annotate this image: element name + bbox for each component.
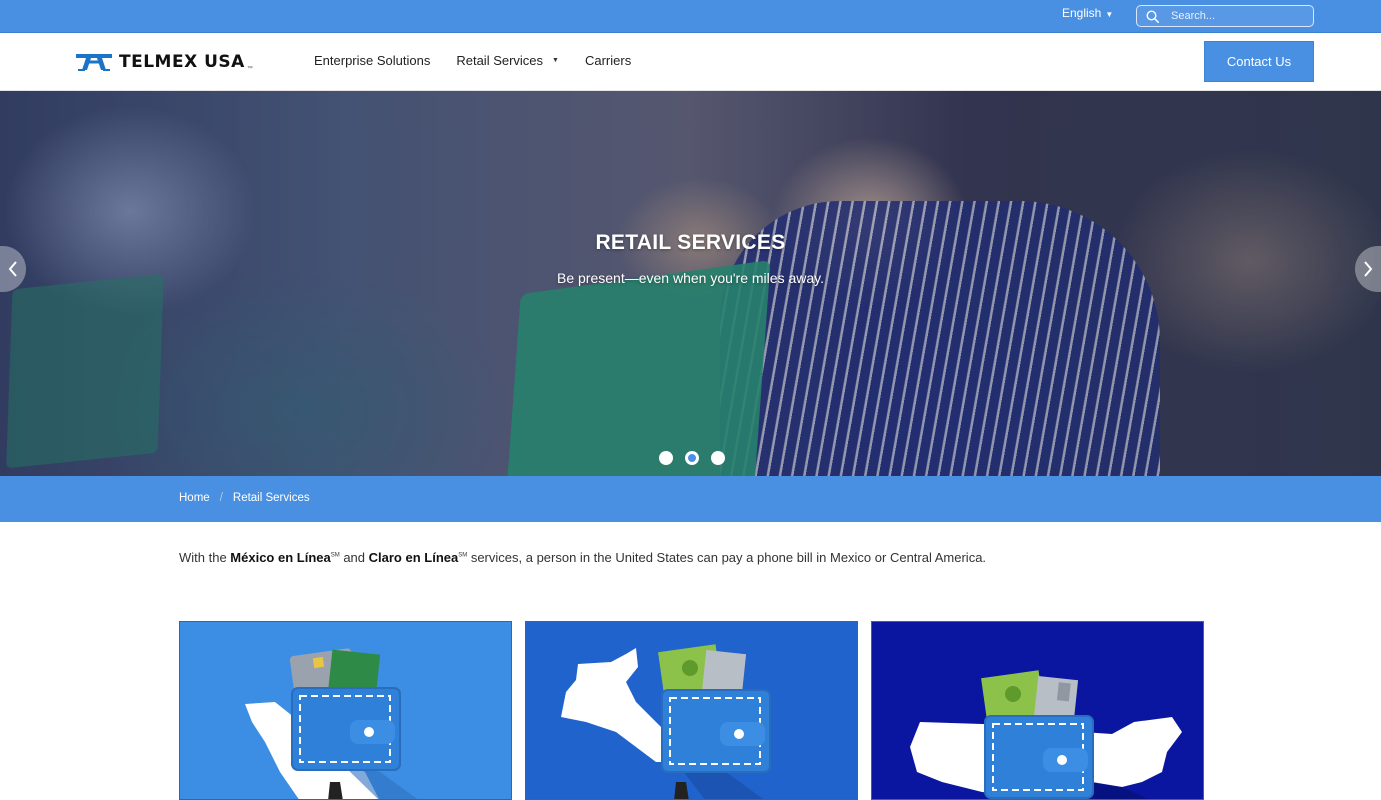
central-america-wallet-illustration — [561, 644, 771, 799]
search-input[interactable] — [1171, 10, 1301, 22]
nav-label: Carriers — [584, 53, 632, 68]
breadcrumb: Home / Retail Services — [179, 492, 310, 504]
card-united-states[interactable] — [871, 621, 1204, 800]
hero-subtitle: Be present—even when you're miles away. — [557, 270, 824, 286]
breadcrumb-bar: Home / Retail Services — [0, 476, 1381, 522]
breadcrumb-home-link[interactable]: Home — [179, 492, 210, 504]
chevron-right-icon — [1364, 261, 1373, 277]
search-icon — [1146, 9, 1159, 23]
nav-carriers[interactable]: Carriers — [585, 53, 631, 68]
intro-text-part: With the — [179, 550, 231, 565]
chevron-down-icon: ▼ — [552, 57, 559, 64]
nav-label: Enterprise Solutions — [314, 53, 431, 68]
language-label: English — [1062, 6, 1102, 20]
hero-carousel: RETAIL SERVICES Be present—even when you… — [0, 91, 1381, 476]
contact-us-button[interactable]: Contact Us — [1204, 41, 1314, 82]
carousel-dot-1[interactable] — [659, 451, 673, 465]
card-central-america[interactable] — [525, 621, 858, 800]
breadcrumb-separator: / — [219, 492, 223, 504]
card-mexico[interactable] — [179, 621, 512, 800]
logo-text: TELMEX USA — [119, 52, 245, 72]
service-mark: SM — [330, 552, 340, 559]
chevron-left-icon — [8, 261, 17, 277]
united-states-wallet-illustration — [910, 670, 1182, 799]
main-header: TELMEX USA ™ Enterprise Solutions Retail… — [0, 33, 1381, 91]
nav-enterprise-solutions[interactable]: Enterprise Solutions — [314, 53, 430, 68]
carousel-indicators — [659, 451, 725, 465]
intro-text-part: services, a person in the United States … — [467, 550, 987, 565]
mexico-wallet-illustration — [245, 648, 418, 799]
brand-claro-en-linea: Claro en Línea — [368, 550, 459, 565]
chevron-down-icon: ▼ — [1105, 10, 1114, 19]
carousel-dot-3[interactable] — [711, 451, 725, 465]
search-box[interactable] — [1136, 5, 1314, 27]
intro-text-part: and — [339, 550, 369, 565]
hero-title: RETAIL SERVICES — [595, 231, 786, 254]
telmex-logo-icon — [76, 54, 112, 71]
service-mark: SM — [458, 552, 468, 559]
intro-text: With the México en LíneaSM and Claro en … — [179, 550, 986, 565]
carousel-dot-2[interactable] — [685, 451, 699, 465]
breadcrumb-current: Retail Services — [232, 492, 310, 504]
main-nav: Enterprise Solutions Retail Services ▼ C… — [314, 53, 631, 68]
logo-trademark: ™ — [246, 66, 253, 72]
telmex-logo[interactable]: TELMEX USA ™ — [75, 52, 253, 72]
top-utility-bar: English ▼ — [0, 0, 1381, 33]
brand-mexico-en-linea: México en Línea — [230, 550, 331, 565]
language-selector[interactable]: English ▼ — [1062, 6, 1113, 20]
nav-retail-services[interactable]: Retail Services ▼ — [456, 53, 559, 68]
nav-label: Retail Services — [456, 53, 544, 68]
